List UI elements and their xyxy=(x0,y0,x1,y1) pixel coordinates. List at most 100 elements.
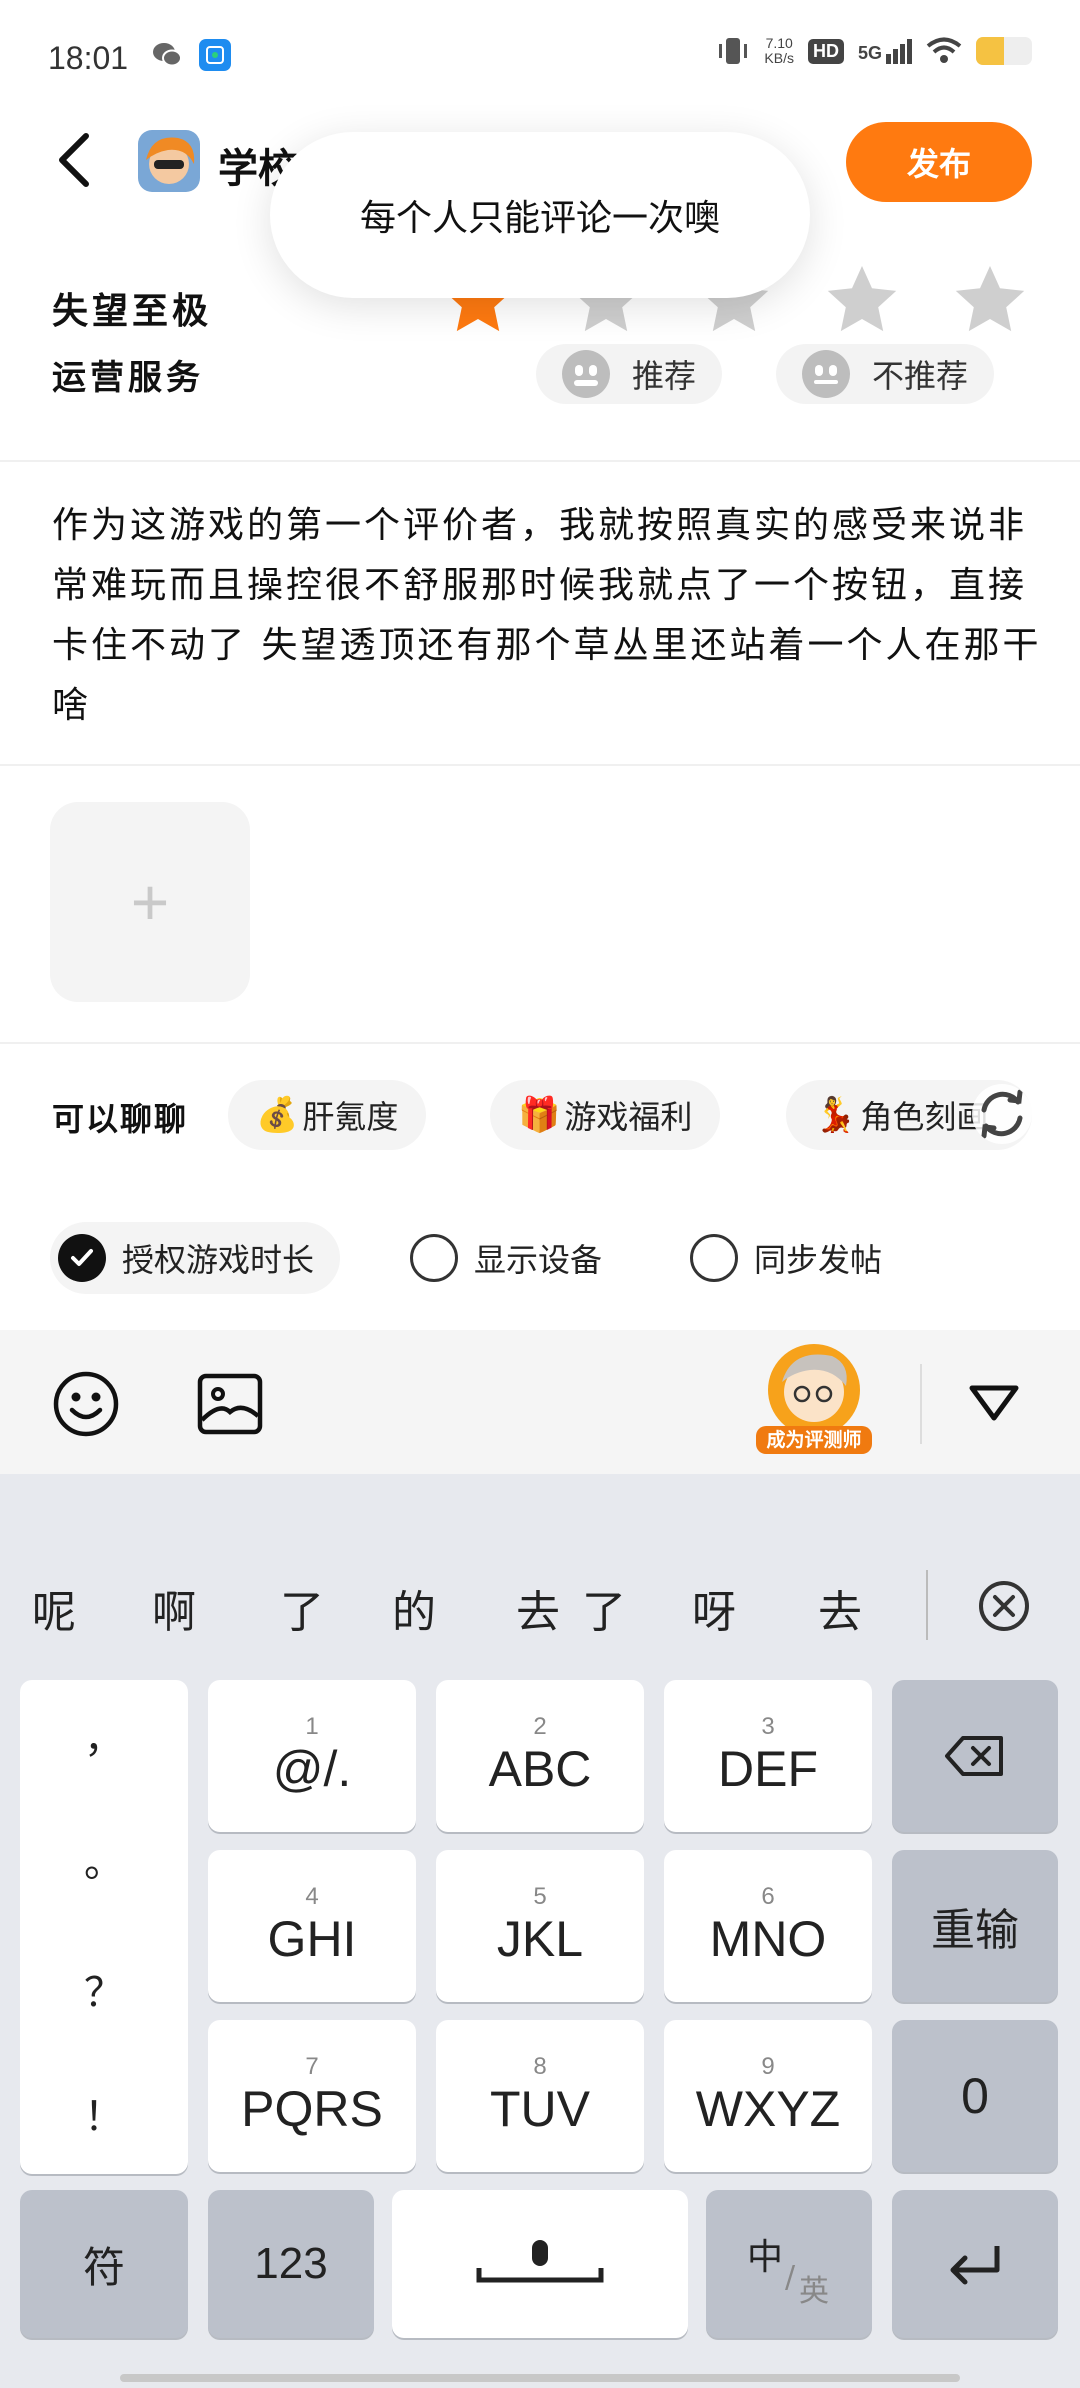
become-reviewer-badge[interactable]: 成为评测师 xyxy=(752,1342,876,1456)
toolbar-separator xyxy=(920,1364,922,1444)
not-recommend-button[interactable]: 不推荐 xyxy=(776,344,995,404)
battery-fill xyxy=(976,37,1004,65)
punct-comma-key[interactable]: ， xyxy=(20,1706,188,1764)
rating-label: 失望至极 xyxy=(52,291,213,332)
option-label: 同步发帖 xyxy=(754,1241,883,1279)
candidate-separator xyxy=(926,1570,928,1640)
key-label: 重输 xyxy=(931,1905,1019,1956)
candidate-word[interactable]: 呀 xyxy=(692,1576,758,1640)
key-number: 7 xyxy=(305,2053,319,2080)
app-notification-icon xyxy=(199,39,231,71)
dancer-icon: 💃 xyxy=(814,1095,857,1135)
candidate-word[interactable]: 去了 xyxy=(516,1576,648,1640)
option-show-device[interactable]: 显示设备 xyxy=(410,1222,602,1294)
key-7[interactable]: 7 PQRS xyxy=(208,2020,416,2172)
key-number: 9 xyxy=(761,2053,775,2080)
key-label: TUV xyxy=(490,2081,590,2137)
backspace-key[interactable] xyxy=(892,1680,1058,1832)
key-number: 1 xyxy=(305,1713,319,1740)
star-icon[interactable] xyxy=(952,262,1028,338)
key-9[interactable]: 9 WXYZ xyxy=(664,2020,872,2172)
close-candidates-icon[interactable] xyxy=(976,1578,1032,1634)
battery-icon xyxy=(976,37,1032,65)
option-sync-post[interactable]: 同步发帖 xyxy=(690,1222,882,1294)
recommend-button[interactable]: 推荐 xyxy=(536,344,723,404)
key-4[interactable]: 4 GHI xyxy=(208,1850,416,2002)
home-indicator[interactable] xyxy=(120,2374,960,2382)
candidate-word[interactable]: 的 xyxy=(392,1576,458,1640)
divider xyxy=(0,1042,1080,1044)
key-2[interactable]: 2 ABC xyxy=(436,1680,644,1832)
numbers-key[interactable]: 123 xyxy=(208,2190,374,2338)
add-image-button[interactable]: + xyxy=(50,802,250,1002)
punct-exclaim-key[interactable]: ！ xyxy=(20,2084,188,2142)
key-3[interactable]: 3 DEF xyxy=(664,1680,872,1832)
topic-chip-label: 肝氪度 xyxy=(302,1098,399,1136)
candidate-word[interactable]: 去 xyxy=(818,1576,884,1640)
review-text-input[interactable]: 作为这游戏的第一个评价者，我就按照真实的感受来说非常难玩而且操控很不舒服那时候我… xyxy=(52,496,1042,736)
net-speed: 7.10 KB/s xyxy=(764,36,794,66)
image-icon[interactable] xyxy=(196,1372,264,1436)
lang-alt-label: 英 xyxy=(799,2274,829,2309)
network-type: 5G xyxy=(857,42,882,63)
space-voice-key[interactable] xyxy=(392,2190,688,2338)
option-label: 授权游戏时长 xyxy=(122,1241,315,1279)
divider xyxy=(0,764,1080,766)
punct-period-key[interactable]: 。 xyxy=(20,1830,188,1888)
badge-text: 成为评测师 xyxy=(766,1428,861,1451)
key-label: 符 xyxy=(82,2242,125,2292)
net-speed-value: 7.10 xyxy=(765,35,793,51)
topic-chip-liver[interactable]: 💰 肝氪度 xyxy=(228,1080,427,1150)
status-time: 18:01 xyxy=(48,40,129,76)
star-icon[interactable] xyxy=(824,262,900,338)
topic-chip-label: 角色刻画 xyxy=(860,1098,989,1136)
key-1[interactable]: 1 @/. xyxy=(208,1680,416,1832)
unchecked-icon xyxy=(410,1234,458,1282)
key-number: 4 xyxy=(305,1883,319,1910)
status-right-icons: 7.10 KB/s HD 5G xyxy=(716,36,1032,66)
emoji-icon[interactable] xyxy=(52,1370,120,1438)
key-label: WXYZ xyxy=(695,2081,841,2137)
key-label: ABC xyxy=(488,1741,592,1797)
microphone-icon xyxy=(476,2240,604,2283)
collapse-keyboard-icon[interactable] xyxy=(966,1380,1022,1428)
key-0[interactable]: 0 xyxy=(892,2020,1058,2172)
key-number: 5 xyxy=(533,1883,547,1910)
enter-key[interactable] xyxy=(892,2190,1058,2338)
key-label: DEF xyxy=(718,1741,818,1797)
money-bag-icon: 💰 xyxy=(256,1095,299,1135)
vibrate-icon xyxy=(719,38,748,64)
option-label: 显示设备 xyxy=(474,1241,603,1279)
topic-chip-welfare[interactable]: 🎁 游戏福利 xyxy=(490,1080,721,1150)
key-5[interactable]: 5 JKL xyxy=(436,1850,644,2002)
refresh-icon[interactable] xyxy=(972,1084,1032,1144)
key-label: 0 xyxy=(961,2068,989,2124)
hd-badge: HD xyxy=(807,38,844,64)
candidate-word[interactable]: 啊 xyxy=(152,1576,218,1640)
key-8[interactable]: 8 TUV xyxy=(436,2020,644,2172)
net-speed-unit: KB/s xyxy=(764,50,794,66)
key-label: @/. xyxy=(272,1741,352,1797)
key-number: 3 xyxy=(761,1713,775,1740)
candidate-word[interactable]: 呢 xyxy=(32,1576,98,1640)
gift-icon: 🎁 xyxy=(518,1095,561,1135)
option-authorize-playtime[interactable]: 授权游戏时长 xyxy=(50,1222,341,1294)
topics-label: 可以聊聊 xyxy=(52,1100,189,1138)
checked-icon xyxy=(58,1234,106,1282)
publish-button[interactable]: 发布 xyxy=(846,122,1032,202)
key-number: 2 xyxy=(533,1713,547,1740)
ops-service-label: 运营服务 xyxy=(52,358,204,398)
symbols-key[interactable]: 符 xyxy=(20,2190,188,2338)
status-notification-icons xyxy=(150,38,232,72)
back-arrow-icon[interactable] xyxy=(52,128,100,192)
candidate-word[interactable]: 了 xyxy=(280,1576,346,1640)
key-6[interactable]: 6 MNO xyxy=(664,1850,872,2002)
key-label: MNO xyxy=(709,1911,827,1967)
language-switch-key[interactable]: 中 / 英 xyxy=(706,2190,872,2338)
key-label: PQRS xyxy=(241,2081,383,2137)
wechat-icon xyxy=(153,43,182,67)
key-label: JKL xyxy=(496,1911,584,1967)
neutral-face-icon xyxy=(802,350,850,398)
reset-key[interactable]: 重输 xyxy=(892,1850,1058,2002)
punct-question-key[interactable]: ？ xyxy=(20,1960,188,2018)
